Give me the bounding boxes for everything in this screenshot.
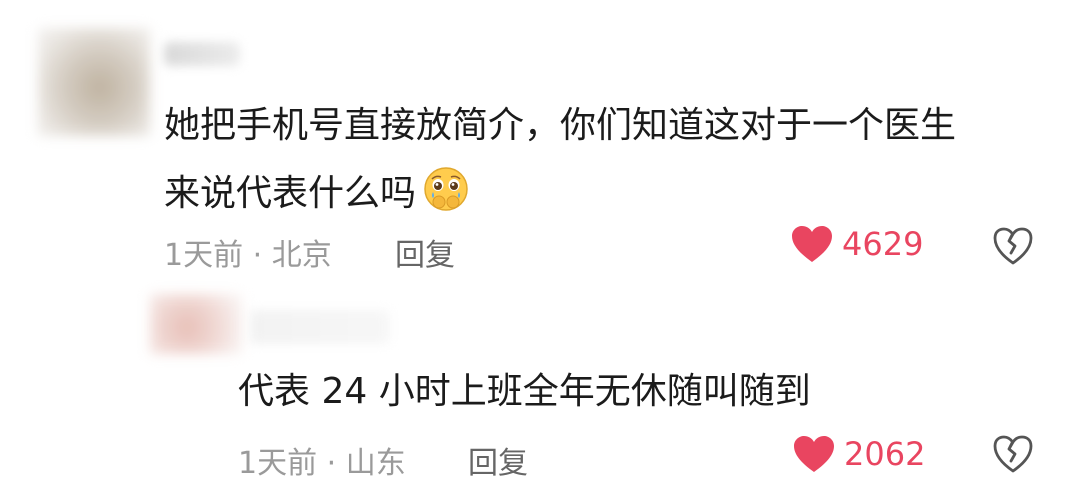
like-button[interactable]: 2062 (792, 434, 925, 474)
pleading-crying-face-icon (424, 167, 468, 211)
like-count: 4629 (842, 225, 924, 263)
like-button[interactable]: 4629 (790, 224, 923, 264)
reply-button[interactable]: 回复 (395, 230, 455, 274)
comment-meta: 1天前 · 北京 (164, 238, 332, 273)
broken-heart-icon[interactable] (992, 434, 1034, 474)
comment-text-line: 她把手机号直接放简介，你们知道这对于一个医生 (164, 105, 957, 146)
comment: 她把手机号直接放简介，你们知道这对于一个医生 来说代表什么吗 1天前 · 北京 … (0, 0, 1080, 290)
heart-icon (794, 436, 834, 472)
comment-text: 她把手机号直接放简介，你们知道这对于一个医生 来说代表什么吗 (164, 92, 1064, 228)
comment-text: 代表 24 小时上班全年无休随叫随到 (238, 371, 811, 412)
broken-heart-icon[interactable] (992, 226, 1034, 266)
like-count: 2062 (844, 435, 926, 473)
comment-text-line: 来说代表什么吗 (164, 160, 1064, 228)
comment-text-line-2: 来说代表什么吗 (164, 173, 417, 214)
reply-button[interactable]: 回复 (468, 438, 528, 482)
avatar[interactable] (150, 294, 242, 354)
comment-meta: 1天前 · 山东 (238, 446, 406, 481)
username[interactable] (164, 42, 240, 66)
heart-icon (792, 226, 832, 262)
reply-comment: 代表 24 小时上班全年无休随叫随到 1天前 · 山东 回复 2062 (0, 290, 1080, 496)
username[interactable] (250, 310, 390, 344)
avatar[interactable] (38, 28, 150, 136)
